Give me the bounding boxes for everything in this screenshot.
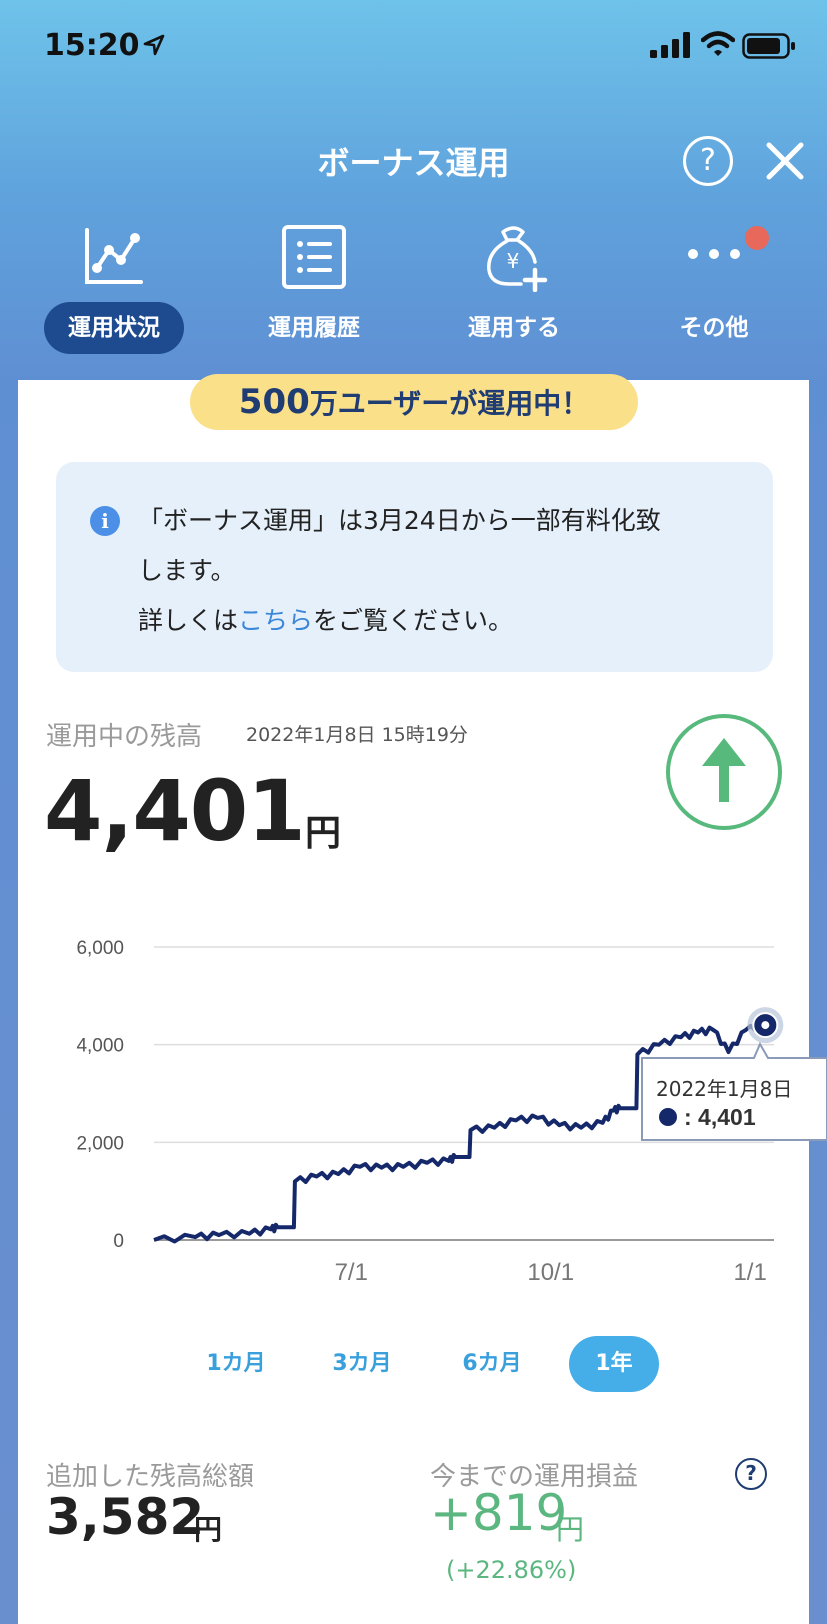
- wifi-icon: [701, 31, 735, 56]
- data-point-center: [761, 1021, 770, 1030]
- balance-date: 2022年1月8日 15時19分: [246, 724, 468, 746]
- y-tick-label: 0: [113, 1231, 124, 1252]
- added-balance-unit: 円: [194, 1513, 223, 1546]
- notification-dot: [745, 226, 769, 250]
- y-tick-label: 2,000: [76, 1133, 124, 1154]
- help-button[interactable]: ?: [683, 136, 733, 186]
- svg-text:¥: ¥: [507, 249, 520, 273]
- tab-history[interactable]: 運用履歴: [214, 222, 414, 362]
- balance-chart: 6,000 4,000 2,000 0 7/1 10/1 1/1 2022年1月8日 : 4,4…: [76, 938, 827, 1286]
- notice-box: i 「ボーナス運用」は3月24日から一部有料化致 します。 詳しくはこちらをご覧…: [56, 462, 773, 672]
- close-icon[interactable]: [762, 138, 808, 184]
- notice-line-2: します。: [138, 556, 236, 585]
- status-time: 15:20: [44, 28, 140, 63]
- promo-text: 万ユーザーが運用中！: [309, 387, 590, 420]
- info-icon: i: [90, 506, 120, 536]
- profit-loss-unit: 円: [556, 1513, 585, 1546]
- cellular-signal-icon: [650, 32, 690, 58]
- promo-number: 500: [238, 382, 310, 422]
- more-dots-icon: [688, 249, 740, 259]
- tab-other[interactable]: その他: [614, 222, 814, 362]
- tab-invest-label: 運用する: [468, 315, 560, 341]
- money-bag-add-icon: ¥: [487, 226, 548, 292]
- range-1-year[interactable]: 1年: [569, 1336, 659, 1392]
- balance-label: 運用中の残高: [46, 722, 203, 752]
- range-1-month[interactable]: 1カ月: [196, 1336, 276, 1392]
- nav-tabs: 運用状況 運用履歴 ¥ 運用する その他: [0, 222, 827, 362]
- added-balance-amount: 3,582: [46, 1488, 205, 1546]
- up-arrow-icon[interactable]: [666, 714, 782, 830]
- tab-history-label: 運用履歴: [268, 315, 360, 341]
- x-tick-label: 7/1: [335, 1259, 368, 1286]
- promo-banner: 500万ユーザーが運用中！: [190, 374, 638, 430]
- tooltip-date: 2022年1月8日: [656, 1077, 792, 1101]
- tab-status-label: 運用状況: [44, 302, 184, 354]
- profit-loss-help-button[interactable]: ?: [735, 1458, 767, 1490]
- balance-unit: 円: [305, 813, 342, 854]
- range-tabs: 1カ月 3カ月 6カ月 1年: [0, 1336, 827, 1392]
- profit-loss-amount: +819: [430, 1484, 568, 1542]
- tooltip-series-dot: [659, 1108, 677, 1126]
- notice-text: 「ボーナス運用」は3月24日から一部有料化致 します。 詳しくはこちらをご覧くだ…: [138, 496, 748, 646]
- tooltip-value: : 4,401: [684, 1104, 756, 1130]
- notice-line-3-prefix: 詳しくは: [138, 606, 239, 635]
- tab-other-label: その他: [679, 315, 749, 341]
- list-icon: [282, 225, 346, 289]
- balance-amount: 4,401: [44, 762, 306, 860]
- x-tick-label: 1/1: [733, 1259, 766, 1286]
- notice-line-1: 「ボーナス運用」は3月24日から一部有料化致: [138, 506, 661, 535]
- range-6-months[interactable]: 6カ月: [452, 1336, 532, 1392]
- notice-line-3-suffix: をご覧ください。: [313, 606, 514, 635]
- battery-icon: [742, 33, 795, 59]
- profit-loss-percent: (+22.86%): [446, 1556, 577, 1584]
- range-3-months[interactable]: 3カ月: [322, 1336, 402, 1392]
- location-arrow-icon: [143, 34, 165, 56]
- tab-status[interactable]: 運用状況: [14, 222, 214, 362]
- tab-invest[interactable]: ¥ 運用する: [414, 222, 614, 362]
- notice-link[interactable]: こちら: [238, 606, 313, 635]
- y-tick-label: 6,000: [76, 938, 124, 959]
- y-tick-label: 4,000: [76, 1036, 124, 1057]
- x-tick-label: 10/1: [527, 1259, 574, 1286]
- line-chart-icon: [85, 228, 143, 284]
- status-bar: 15:20: [0, 0, 827, 96]
